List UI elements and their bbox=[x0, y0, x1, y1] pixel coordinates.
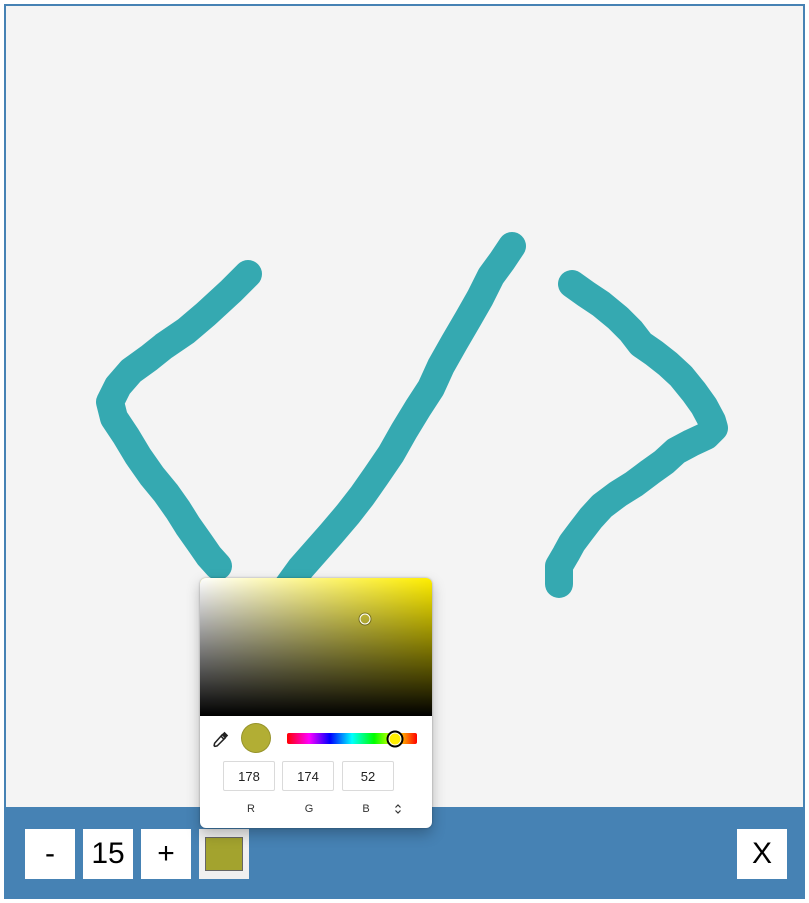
green-input[interactable] bbox=[282, 761, 334, 791]
saturation-value-area[interactable] bbox=[200, 578, 432, 716]
hue-slider-thumb[interactable] bbox=[386, 730, 404, 747]
red-input[interactable] bbox=[223, 761, 275, 791]
value-gradient bbox=[200, 578, 432, 716]
color-picker-button[interactable] bbox=[199, 829, 249, 879]
close-label: X bbox=[751, 837, 772, 870]
blue-input[interactable] bbox=[342, 761, 394, 791]
red-label: R bbox=[247, 803, 255, 815]
green-label: G bbox=[304, 803, 314, 815]
stroke-left-bracket bbox=[96, 260, 262, 580]
chevron-up-down-icon[interactable] bbox=[392, 802, 404, 816]
brush-size-value: 15 bbox=[91, 837, 125, 870]
color-picker-popup: R G B bbox=[200, 578, 432, 828]
blue-label: B bbox=[362, 803, 370, 815]
close-button[interactable]: X bbox=[737, 829, 787, 879]
increase-brush-size-button[interactable]: + bbox=[141, 829, 191, 879]
hue-slider[interactable] bbox=[287, 730, 417, 747]
saturation-pointer[interactable] bbox=[359, 613, 371, 625]
decrease-brush-size-button[interactable]: - bbox=[25, 829, 75, 879]
color-preview bbox=[241, 723, 271, 753]
decrease-label: - bbox=[45, 837, 55, 870]
eyedropper-icon[interactable] bbox=[212, 730, 230, 748]
stroke-slash bbox=[274, 232, 526, 600]
brush-size-display: 15 bbox=[83, 829, 133, 879]
stroke-right-bracket bbox=[545, 270, 728, 598]
increase-label: + bbox=[157, 837, 175, 870]
current-color-swatch bbox=[205, 837, 243, 871]
